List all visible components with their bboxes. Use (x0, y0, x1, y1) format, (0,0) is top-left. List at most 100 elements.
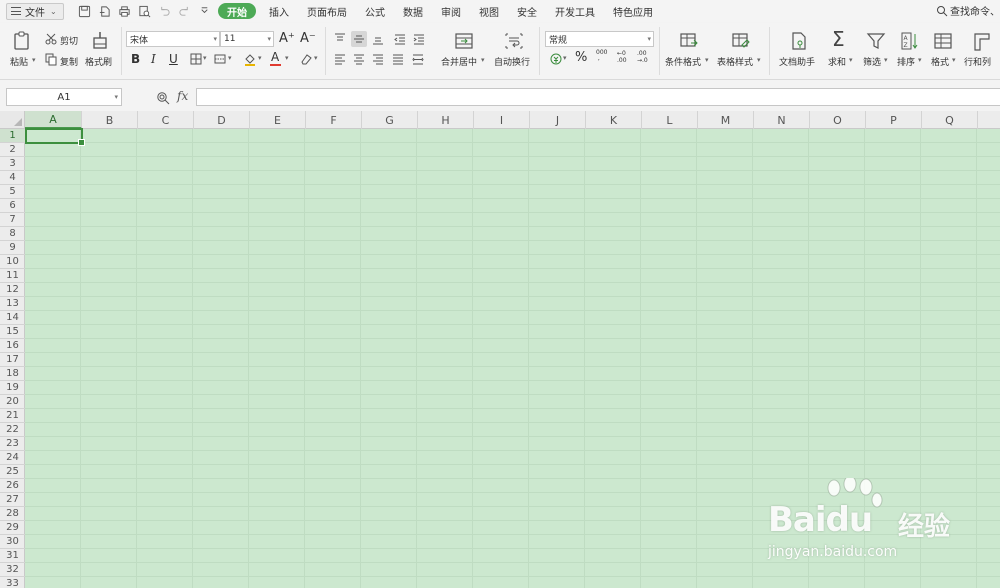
sort-icon[interactable]: AZ (898, 29, 922, 53)
undo-icon[interactable] (154, 2, 174, 20)
column-header[interactable]: K (586, 111, 642, 129)
border-icon[interactable] (188, 51, 204, 67)
column-header[interactable]: F (306, 111, 362, 129)
percent-icon[interactable]: % (575, 50, 587, 65)
paste-icon[interactable] (10, 29, 34, 53)
export-pdf-icon[interactable] (94, 2, 114, 20)
column-header[interactable]: N (754, 111, 810, 129)
doc-helper-icon[interactable] (787, 29, 811, 53)
wrap-text-icon[interactable] (502, 29, 526, 53)
align-bottom-icon[interactable] (370, 31, 386, 47)
cut-icon[interactable] (43, 31, 59, 47)
row-header[interactable]: 13 (0, 297, 25, 311)
chevron-down-icon[interactable]: ▾ (285, 54, 289, 62)
row-header[interactable]: 23 (0, 437, 25, 451)
conditional-format-label[interactable]: 条件格式 (665, 55, 701, 68)
row-header[interactable]: 18 (0, 367, 25, 381)
italic-icon[interactable]: I (151, 52, 156, 66)
print-icon[interactable] (114, 2, 134, 20)
row-header[interactable]: 24 (0, 451, 25, 465)
decrease-font-icon[interactable]: A⁻ (300, 31, 316, 46)
row-header[interactable]: 10 (0, 255, 25, 269)
column-header[interactable]: Q (922, 111, 978, 129)
row-header[interactable]: 9 (0, 241, 25, 255)
column-header[interactable]: C (138, 111, 194, 129)
row-header[interactable]: 11 (0, 269, 25, 283)
select-all-corner[interactable] (0, 111, 25, 129)
row-header[interactable]: 22 (0, 423, 25, 437)
copy-label[interactable]: 复制 (60, 55, 78, 68)
column-header[interactable]: M (698, 111, 754, 129)
column-header[interactable]: A (25, 111, 82, 129)
font-name-select[interactable]: 宋体 ▾ (126, 31, 220, 47)
column-header[interactable]: O (810, 111, 866, 129)
row-header[interactable]: 32 (0, 563, 25, 577)
chevron-down-icon[interactable]: ▾ (481, 56, 485, 64)
chevron-down-icon[interactable]: ▾ (849, 56, 853, 64)
underline-icon[interactable]: U (169, 52, 178, 66)
column-header[interactable]: G (362, 111, 418, 129)
sort-label[interactable]: 排序 (897, 55, 915, 68)
align-top-icon[interactable] (332, 31, 348, 47)
row-header[interactable]: 26 (0, 479, 25, 493)
column-header[interactable]: I (474, 111, 530, 129)
row-header[interactable]: 17 (0, 353, 25, 367)
rows-cols-label[interactable]: 行和列 (964, 55, 991, 68)
tab-developer[interactable]: 开发工具 (546, 3, 604, 19)
clear-icon[interactable] (298, 51, 314, 67)
column-header[interactable]: L (642, 111, 698, 129)
save-icon[interactable] (74, 2, 94, 20)
font-size-select[interactable]: 11 ▾ (220, 31, 274, 47)
row-header[interactable]: 16 (0, 339, 25, 353)
justify-icon[interactable] (390, 51, 406, 67)
increase-decimal-icon[interactable]: ←0.00 (617, 50, 627, 64)
table-style-icon[interactable] (729, 29, 753, 53)
zoom-icon[interactable] (156, 91, 170, 105)
chevron-down-icon[interactable]: ▾ (563, 54, 567, 62)
merge-cell-icon[interactable] (212, 51, 228, 67)
row-header[interactable]: 5 (0, 185, 25, 199)
thousands-separator-icon[interactable]: 000 , (596, 50, 607, 62)
indent-increase-icon[interactable] (411, 31, 427, 47)
row-header[interactable]: 25 (0, 465, 25, 479)
table-style-label[interactable]: 表格样式 (717, 55, 753, 68)
active-cell[interactable] (25, 128, 85, 146)
row-header[interactable]: 12 (0, 283, 25, 297)
row-header[interactable]: 14 (0, 311, 25, 325)
merge-center-label[interactable]: 合并居中 (441, 55, 477, 68)
row-header[interactable]: 2 (0, 143, 25, 157)
column-header[interactable]: B (82, 111, 138, 129)
row-header[interactable]: 1 (0, 129, 25, 143)
tab-security[interactable]: 安全 (508, 3, 546, 19)
row-header[interactable]: 8 (0, 227, 25, 241)
chevron-down-icon[interactable]: ▾ (258, 54, 262, 62)
customize-toolbar-icon[interactable] (194, 2, 214, 20)
formula-input[interactable] (196, 88, 1000, 106)
cut-label[interactable]: 剪切 (60, 34, 78, 47)
font-color-icon[interactable]: A (271, 50, 279, 64)
row-header[interactable]: 29 (0, 521, 25, 535)
indent-decrease-icon[interactable] (392, 31, 408, 47)
tab-formulas[interactable]: 公式 (356, 3, 394, 19)
tab-page-layout[interactable]: 页面布局 (298, 3, 356, 19)
tab-insert[interactable]: 插入 (260, 3, 298, 19)
sum-icon[interactable]: Σ (832, 27, 845, 51)
copy-icon[interactable] (43, 51, 59, 67)
column-header[interactable]: E (250, 111, 306, 129)
fx-icon[interactable]: fx (177, 89, 188, 103)
column-header[interactable]: H (418, 111, 474, 129)
row-header[interactable]: 31 (0, 549, 25, 563)
row-header[interactable]: 3 (0, 157, 25, 171)
row-header[interactable]: 20 (0, 395, 25, 409)
chevron-down-icon[interactable]: ▾ (757, 56, 761, 64)
row-header[interactable]: 27 (0, 493, 25, 507)
currency-icon[interactable] (548, 51, 564, 67)
filter-icon[interactable] (864, 29, 888, 53)
row-header[interactable]: 21 (0, 409, 25, 423)
distributed-align-icon[interactable] (410, 51, 426, 67)
doc-helper-label[interactable]: 文档助手 (779, 55, 815, 68)
chevron-down-icon[interactable]: ▾ (203, 54, 207, 62)
chevron-down-icon[interactable]: ▾ (918, 56, 922, 64)
tab-data[interactable]: 数据 (394, 3, 432, 19)
row-header[interactable]: 28 (0, 507, 25, 521)
